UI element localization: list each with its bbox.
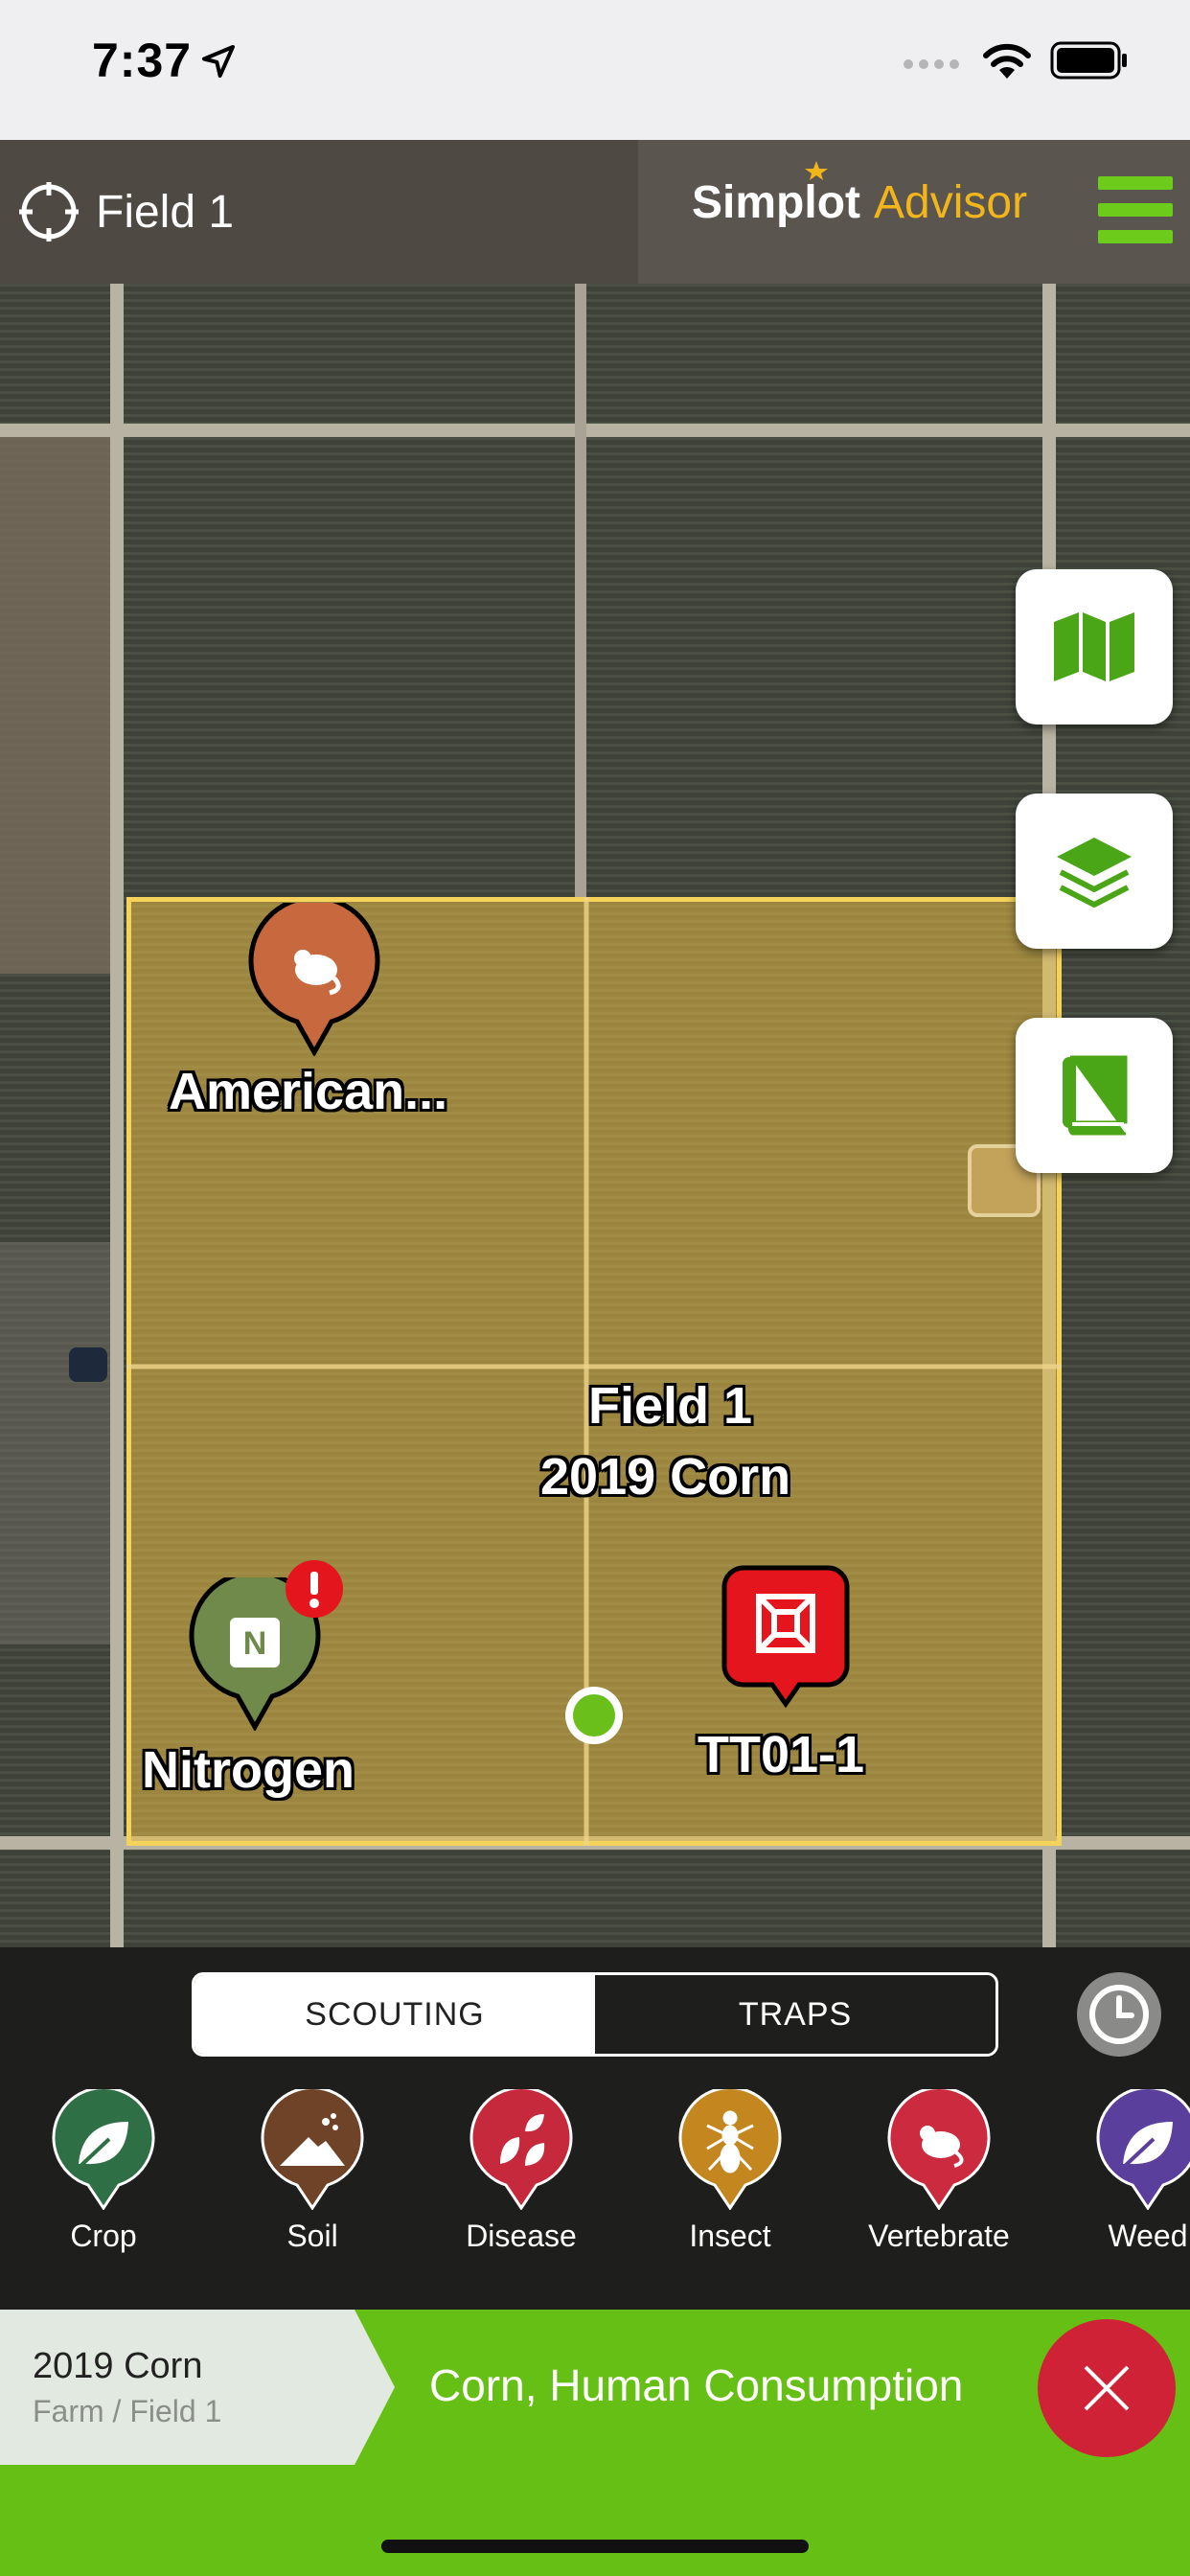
category-label: Weed [1108,2219,1188,2253]
status-indicators [903,40,1129,80]
status-bar: 7:37 [0,0,1190,140]
soil-pin [261,2086,364,2211]
trap-marker[interactable] [721,1564,851,1708]
guide-button[interactable] [1016,1018,1173,1173]
map-view-button[interactable] [1016,569,1173,724]
brand-area: Simplot Advisor [638,140,1190,284]
crop-description: Corn, Human Consumption [429,2360,964,2410]
weed-pin [1096,2086,1190,2211]
clock-icon [1089,1985,1149,2044]
field-title: Field 1 [96,186,235,238]
book-icon [1063,1055,1128,1136]
vertebrate-marker[interactable] [247,903,381,1056]
crop-name: 2019 Corn [33,2346,203,2386]
category-vertebrate[interactable]: Vertebrate [853,2086,1025,2254]
category-crop[interactable]: Crop [17,2086,190,2254]
field-selector[interactable]: Field 1 [0,140,638,284]
category-label: Disease [466,2219,577,2253]
marker-sublabel-field: 2019 Corn [540,1448,791,1506]
tab-traps[interactable]: TRAPS [595,1975,995,2054]
marker-label-trap: TT01-1 [698,1726,865,1783]
marker-label-american: American... [169,1063,448,1120]
category-disease[interactable]: Disease [435,2086,607,2254]
close-icon [1084,2365,1130,2411]
scouting-panel: SCOUTING TRAPS Crop Soil Disease Insect … [0,1947,1190,2310]
crop-footer: 2019 Corn Farm / Field 1 Corn, Human Con… [0,2310,1190,2576]
layers-button[interactable] [1016,794,1173,949]
status-time: 7:37 [92,34,193,87]
insect-pin [678,2086,782,2211]
layers-icon [1057,838,1132,908]
svg-text:N: N [243,1625,267,1662]
wifi-icon [983,43,1031,79]
history-button[interactable] [1077,1972,1161,2057]
category-label: Soil [286,2219,338,2253]
satellite-map[interactable]: American... Field 1 2019 Corn N Nitrogen… [0,284,1190,1947]
cellular-signal-icon [904,59,959,69]
crop-breadcrumb: Farm / Field 1 [33,2394,222,2428]
crosshair-icon [19,182,79,242]
category-soil[interactable]: Soil [226,2086,399,2254]
marker-label-nitrogen: Nitrogen [142,1741,355,1799]
category-weed[interactable]: Weed [1062,2086,1190,2254]
home-indicator[interactable] [381,2540,809,2553]
brand-star-icon [805,161,828,180]
tab-scouting[interactable]: SCOUTING [195,1975,595,2054]
battery-icon [1050,41,1127,80]
category-label: Vertebrate [868,2219,1010,2253]
brand-primary: Simplot [692,177,860,228]
alert-badge-icon [286,1560,343,1618]
app-header: Field 1 Simplot Advisor [0,140,1190,284]
crop-pin [52,2086,155,2211]
vertebrate-pin [887,2086,991,2211]
location-dot-icon[interactable] [561,1683,627,1748]
marker-label-field: Field 1 [588,1377,753,1435]
location-arrow-icon [202,45,235,78]
folded-map-icon [1054,612,1134,681]
mode-toggle: SCOUTING TRAPS [192,1972,998,2057]
hamburger-menu-icon[interactable] [1098,176,1173,243]
category-insect[interactable]: Insect [644,2086,816,2254]
disease-pin [469,2086,573,2211]
close-button[interactable] [1038,2319,1176,2457]
crop-selector[interactable]: 2019 Corn Farm / Field 1 [0,2310,395,2465]
brand-logo: Simplot Advisor [692,161,1028,229]
category-label: Crop [70,2219,137,2253]
category-label: Insect [689,2219,771,2253]
brand-secondary: Advisor [874,177,1028,228]
